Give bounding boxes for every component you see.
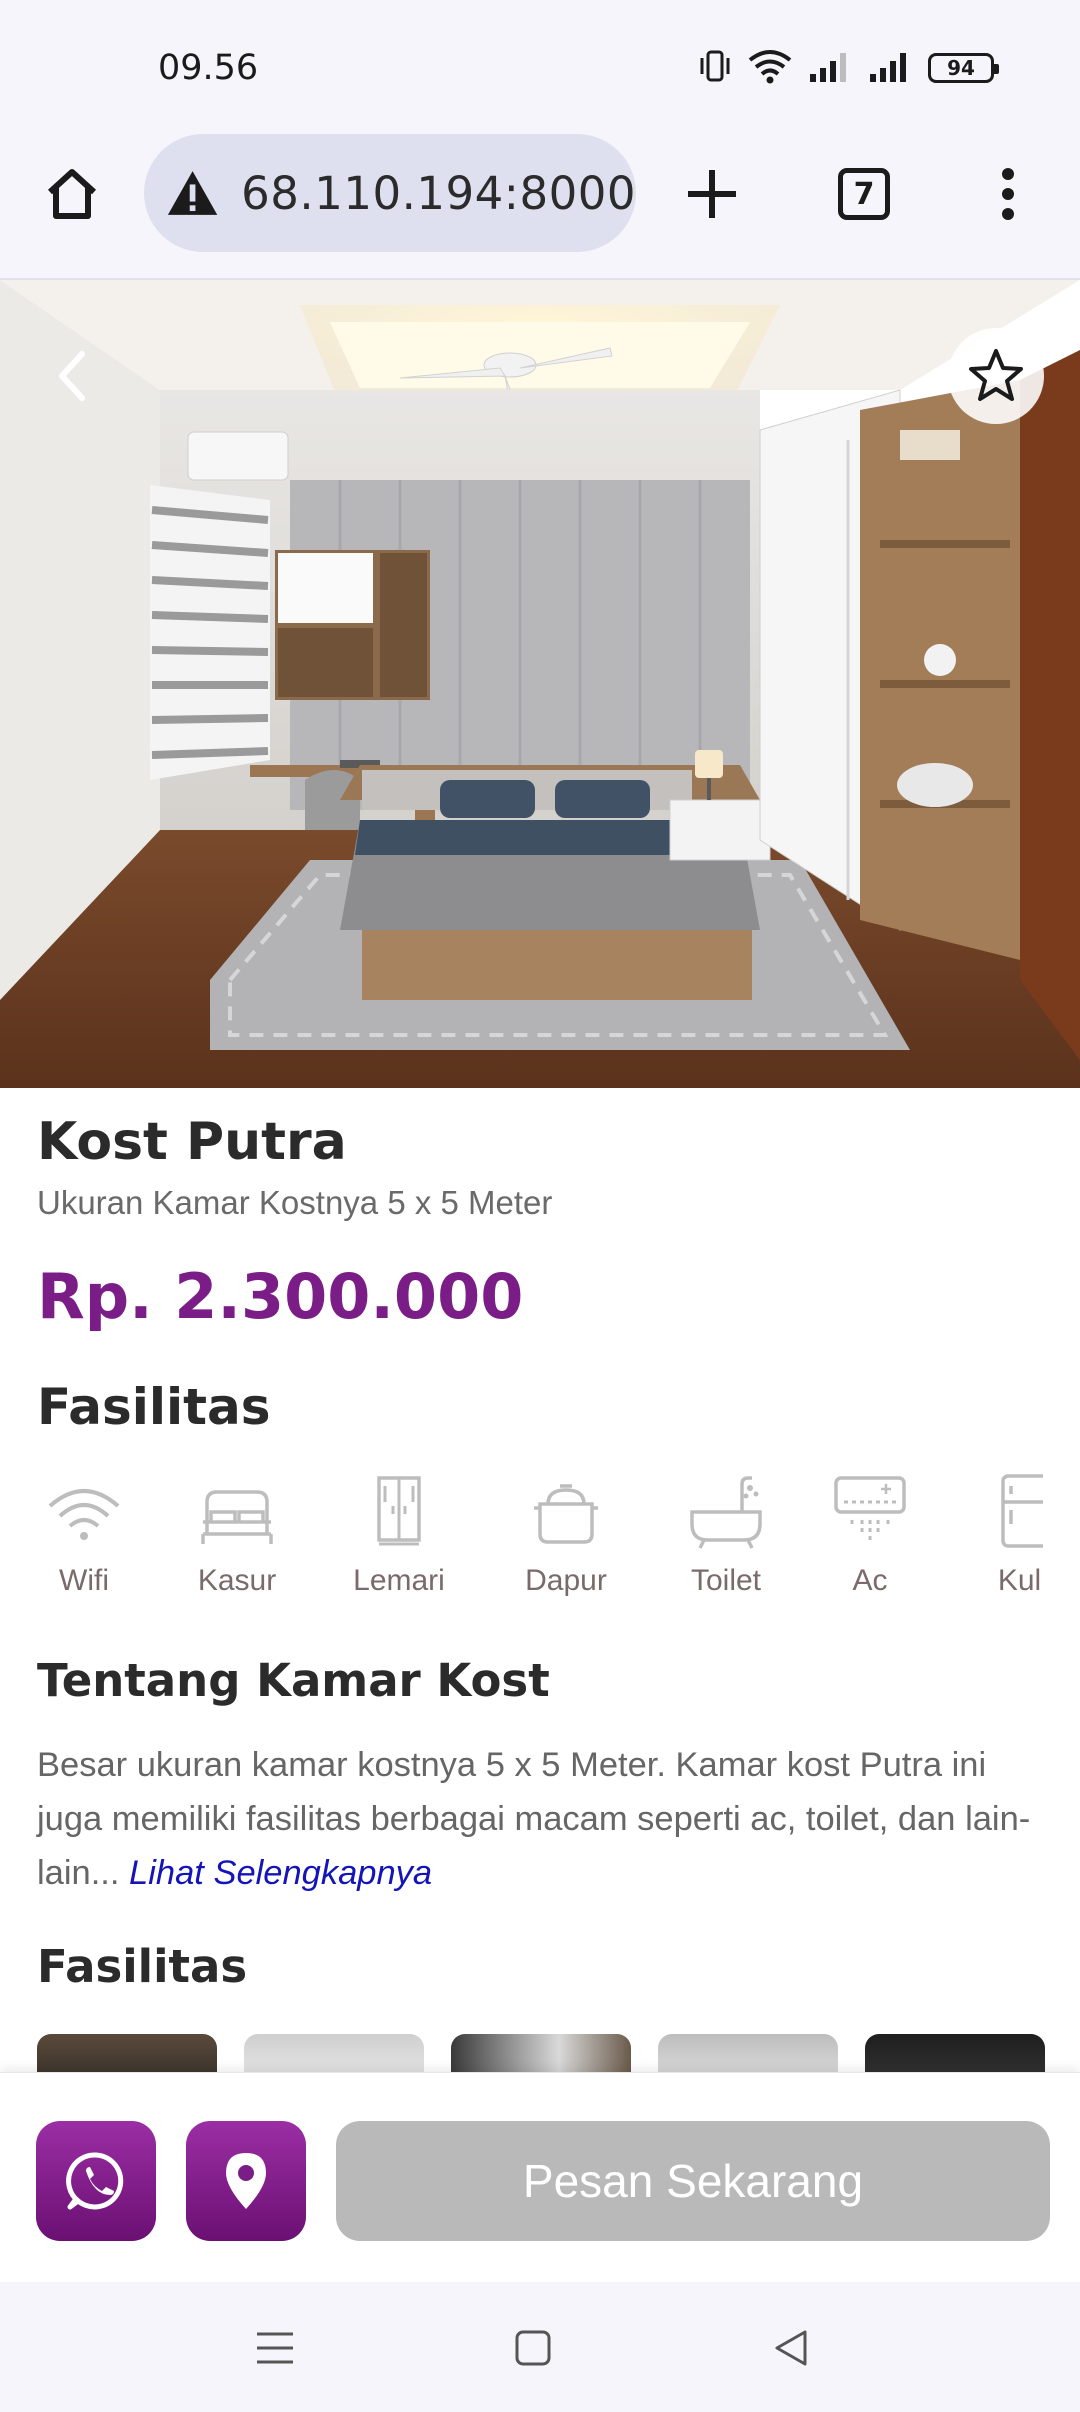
facility-lemari: Lemari (339, 1472, 459, 1598)
facility-gallery[interactable] (37, 2034, 1047, 2074)
vibrate-icon (698, 48, 732, 88)
facility-toilet: Toilet (666, 1472, 786, 1598)
plus-icon (688, 170, 736, 218)
warning-icon[interactable] (166, 168, 219, 218)
facility-label: Kulk (997, 1564, 1043, 1597)
tab-count: 7 (838, 168, 890, 220)
room-title: Kost Putra (37, 1112, 347, 1172)
back-nav-button[interactable] (751, 2316, 831, 2380)
status-icons: 94 (698, 48, 999, 88)
gallery-thumb[interactable] (37, 2034, 217, 2074)
air-conditioner-icon (834, 1476, 906, 1540)
browser-toolbar: 68.110.194:8000 7 (0, 132, 1080, 280)
recent-apps-button[interactable] (235, 2316, 315, 2380)
system-nav-bar (0, 2282, 1080, 2412)
fridge-icon (1001, 1474, 1043, 1548)
room-size: Ukuran Kamar Kostnya 5 x 5 Meter (37, 1184, 553, 1221)
whatsapp-button[interactable] (36, 2121, 156, 2241)
new-tab-button[interactable] (672, 154, 752, 234)
browser-menu-button[interactable] (968, 154, 1048, 234)
bathtub-icon (690, 1476, 762, 1549)
facilities-heading: Fasilitas (37, 1378, 271, 1436)
facility-wifi: Wifi (37, 1472, 144, 1598)
facility-kasur: Kasur (177, 1472, 297, 1598)
room-price: Rp. 2.300.000 (37, 1260, 524, 1333)
facility-label: Wifi (59, 1564, 109, 1597)
gallery-thumb[interactable] (451, 2034, 631, 2074)
wifi-status-icon (748, 48, 792, 88)
location-pin-icon (226, 2153, 266, 2209)
facility-ac: Ac (810, 1472, 930, 1598)
wardrobe-icon (377, 1476, 421, 1546)
facility-label: Dapur (525, 1564, 607, 1597)
facility-label: Kasur (197, 1564, 277, 1597)
see-more-link[interactable]: Lihat Selengkapnya (129, 1854, 432, 1892)
action-bar: Pesan Sekarang (0, 2072, 1080, 2282)
gallery-thumb[interactable] (658, 2034, 838, 2074)
gallery-thumb[interactable] (244, 2034, 424, 2074)
gallery-heading: Fasilitas (37, 1940, 248, 1993)
url-text[interactable]: 68.110.194:8000 (241, 167, 636, 220)
status-bar: 09.56 94 (0, 0, 1080, 132)
favorite-button[interactable] (948, 328, 1044, 424)
facilities-list[interactable]: Wifi Kasur Lemari Dapur Toilet Ac Kulk (37, 1472, 1043, 1602)
more-vert-icon (1002, 168, 1014, 220)
home-nav-button[interactable] (493, 2316, 573, 2380)
tab-switcher-button[interactable]: 7 (824, 154, 904, 234)
wifi-icon (48, 1489, 120, 1540)
bedroom-illustration (0, 280, 1080, 1088)
room-photo (0, 280, 1080, 1088)
back-button[interactable] (36, 340, 108, 412)
about-heading: Tentang Kamar Kost (37, 1654, 550, 1707)
facility-label: Toilet (690, 1564, 762, 1597)
signal-icon-2 (868, 48, 912, 88)
home-icon (47, 169, 97, 219)
battery-icon: 94 (928, 53, 999, 83)
status-time: 09.56 (158, 48, 259, 88)
whatsapp-icon (66, 2152, 124, 2210)
about-text: Besar ukuran kamar kostnya 5 x 5 Meter. … (37, 1738, 1047, 1900)
address-bar[interactable]: 68.110.194:8000 (144, 134, 636, 252)
facility-dapur: Dapur (506, 1472, 626, 1598)
home-button[interactable] (32, 154, 112, 234)
square-icon (515, 2330, 551, 2366)
bed-icon (201, 1490, 273, 1544)
location-button[interactable] (186, 2121, 306, 2241)
pot-icon (534, 1484, 598, 1544)
facility-kulkas: Kulk (967, 1472, 1043, 1598)
triangle-back-icon (775, 2330, 807, 2366)
order-now-button[interactable]: Pesan Sekarang (336, 2121, 1050, 2241)
star-icon (969, 349, 1023, 401)
facility-label: Lemari (353, 1564, 445, 1597)
gallery-thumb[interactable] (865, 2034, 1045, 2074)
signal-icon (808, 48, 852, 88)
chevron-left-icon (59, 351, 85, 401)
menu-lines-icon (257, 2332, 293, 2364)
facility-label: Ac (852, 1564, 888, 1597)
